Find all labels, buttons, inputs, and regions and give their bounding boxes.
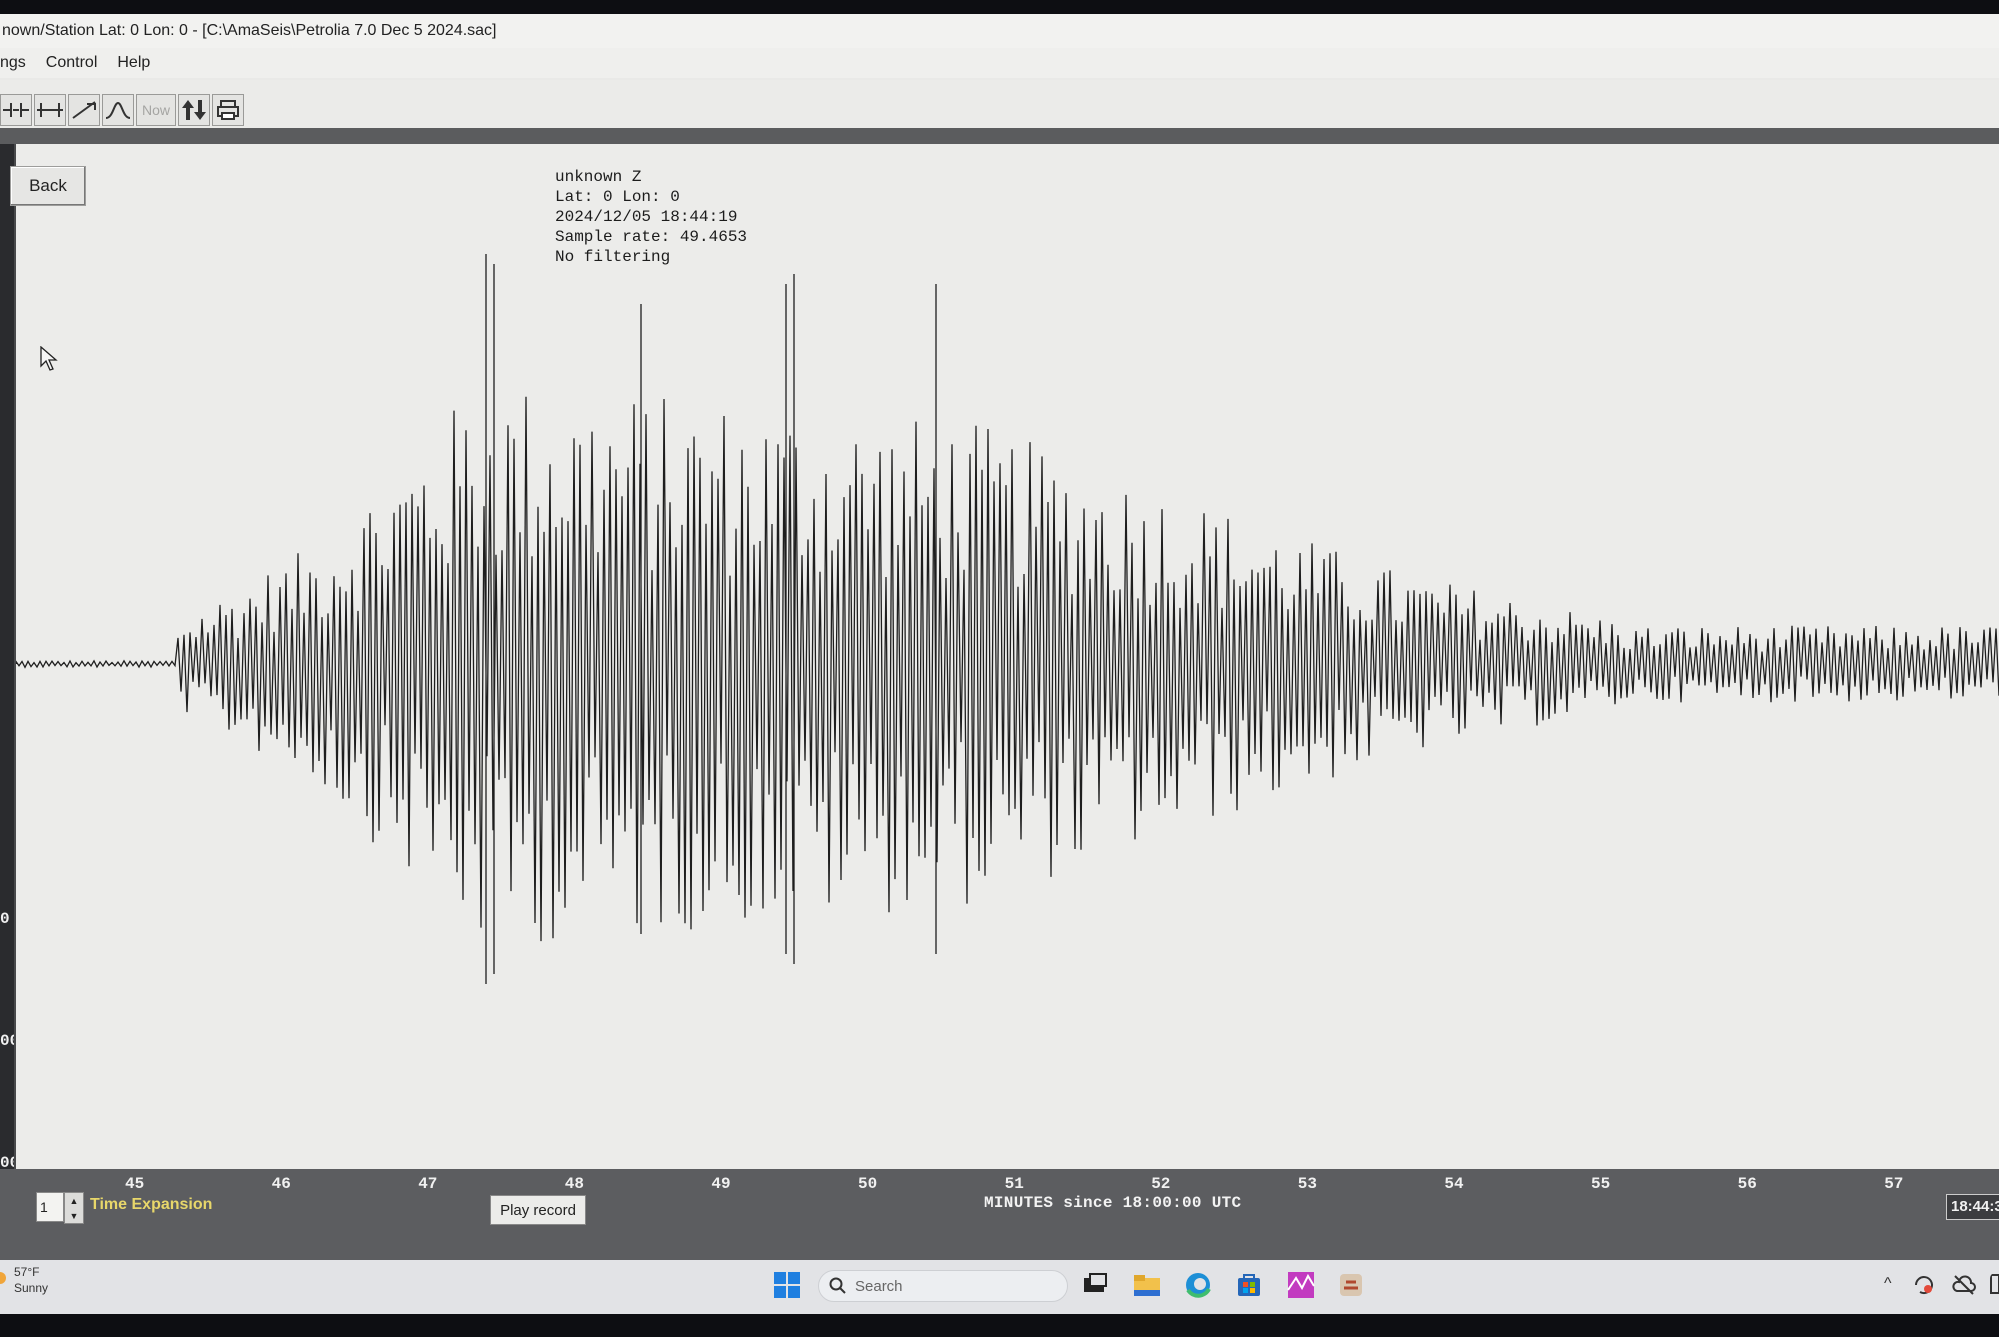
time-expansion-input[interactable]: 1 — [36, 1192, 64, 1222]
pick-icon — [72, 101, 96, 119]
print-button[interactable] — [212, 94, 244, 126]
x-tick: 47 — [418, 1175, 438, 1193]
filter-curve-icon — [105, 101, 131, 119]
x-axis-label: MINUTES since 18:00:00 UTC — [984, 1194, 1242, 1212]
taskbar-search[interactable]: Search — [818, 1270, 1068, 1302]
y-tick: 0 — [0, 910, 10, 928]
location-label: Lat: 0 Lon: 0 — [555, 188, 680, 206]
chevron-up-icon[interactable]: ^ — [1884, 1275, 1892, 1293]
seismogram-plot[interactable] — [14, 144, 1999, 1169]
x-tick: 46 — [271, 1175, 291, 1193]
back-button[interactable]: Back — [10, 166, 86, 206]
mouse-pointer-icon — [40, 346, 58, 371]
x-tick: 48 — [564, 1175, 584, 1193]
amplitude-button[interactable] — [178, 94, 210, 126]
window-title: nown/Station Lat: 0 Lon: 0 - [C:\AmaSeis… — [0, 14, 1999, 49]
horizontal-expand-icon — [37, 103, 63, 117]
windows-start-icon[interactable] — [772, 1270, 802, 1300]
seismogram-trace-svg — [16, 254, 1999, 984]
x-tick: 55 — [1591, 1175, 1611, 1193]
time-axis-bar — [0, 1169, 1999, 1260]
task-view-icon[interactable] — [1080, 1270, 1110, 1300]
search-placeholder: Search — [855, 1277, 903, 1295]
clock-readout: 18:44:3 — [1946, 1194, 1999, 1220]
filter-label: No filtering — [555, 248, 671, 266]
seismogram-trace — [16, 254, 1999, 984]
station-label: unknown Z — [555, 168, 642, 186]
time-expansion-stepper[interactable]: ▲ ▼ — [64, 1192, 84, 1224]
x-tick: 54 — [1444, 1175, 1464, 1193]
x-tick: 49 — [711, 1175, 731, 1193]
x-tick: 57 — [1884, 1175, 1904, 1193]
menu-control[interactable]: Control — [46, 54, 98, 72]
chevron-down-icon[interactable]: ▼ — [65, 1208, 83, 1223]
printer-icon — [217, 100, 239, 120]
trace-info: unknown Z Lat: 0 Lon: 0 2024/12/05 18:44… — [555, 167, 747, 267]
now-button[interactable]: Now — [136, 94, 176, 126]
up-down-arrows-icon — [182, 100, 206, 120]
x-tick: 45 — [125, 1175, 145, 1193]
notification-icon[interactable] — [1990, 1273, 1999, 1303]
edge-browser-icon[interactable] — [1183, 1270, 1213, 1300]
x-tick: 50 — [858, 1175, 878, 1193]
cloud-sync-icon[interactable] — [1952, 1273, 1982, 1303]
chevron-up-icon[interactable]: ▲ — [65, 1193, 83, 1208]
toolbar-divider — [0, 128, 1999, 144]
x-tick: 56 — [1737, 1175, 1757, 1193]
weather-condition: Sunny — [14, 1281, 49, 1295]
file-explorer-icon[interactable] — [1132, 1270, 1162, 1300]
x-tick: 51 — [1004, 1175, 1024, 1193]
filter-button[interactable] — [102, 94, 134, 126]
time-expansion-label: Time Expansion — [90, 1196, 213, 1213]
store-icon[interactable] — [1234, 1270, 1264, 1300]
menu-settings[interactable]: ngs — [0, 54, 26, 72]
x-tick: 52 — [1151, 1175, 1171, 1193]
zoom-in-button[interactable] — [34, 94, 66, 126]
app-icon[interactable] — [1336, 1270, 1366, 1300]
play-record-button[interactable]: Play record — [490, 1195, 586, 1225]
pick-button[interactable] — [68, 94, 100, 126]
datetime-label: 2024/12/05 18:44:19 — [555, 208, 738, 226]
x-tick: 53 — [1297, 1175, 1317, 1193]
refresh-tray-icon[interactable] — [1912, 1273, 1942, 1303]
sample-rate-label: Sample rate: 49.4653 — [555, 228, 748, 246]
weather-temp: 57°F — [14, 1265, 40, 1279]
y-axis-frame — [0, 144, 14, 1169]
weather-widget[interactable]: 57°F Sunny — [0, 1264, 48, 1296]
menu-help[interactable]: Help — [117, 54, 150, 72]
zoom-out-button[interactable] — [0, 94, 32, 126]
horizontal-zoom-icon — [3, 103, 29, 117]
amaseis-app-icon[interactable] — [1286, 1270, 1316, 1300]
menu-bar: ngs Control Help — [0, 48, 1999, 78]
search-icon — [829, 1277, 846, 1294]
